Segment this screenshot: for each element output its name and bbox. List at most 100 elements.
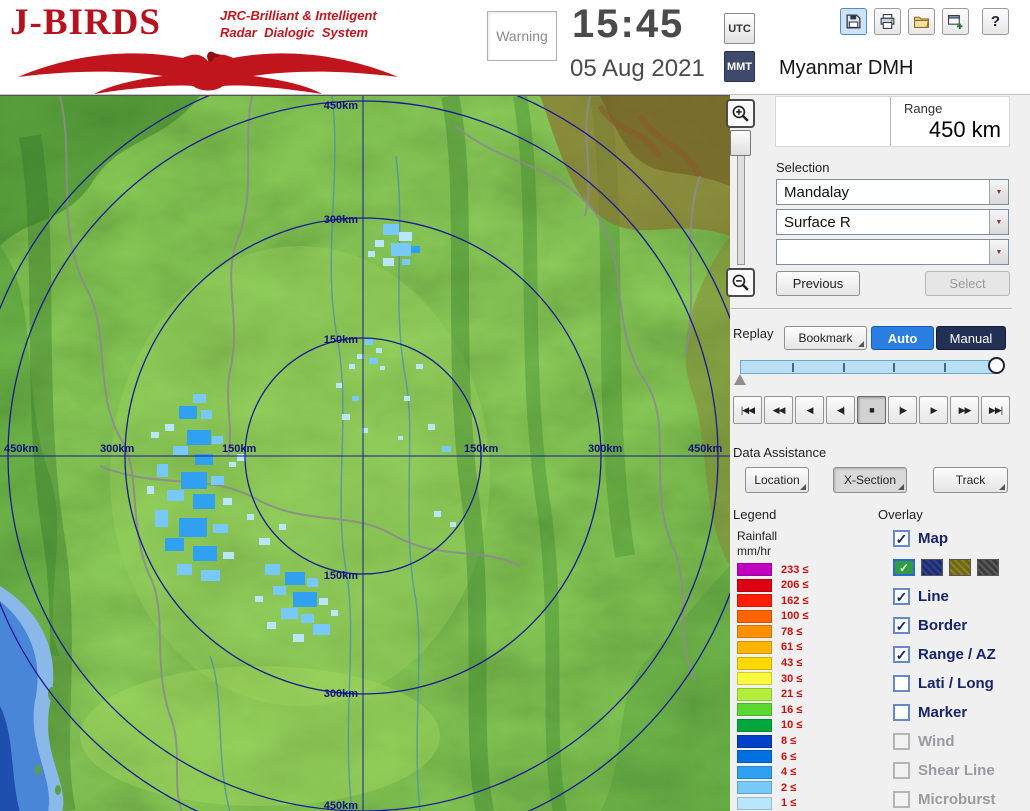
legend-value: 43 ≤ xyxy=(781,657,803,670)
legend-value: 6 ≤ xyxy=(781,750,797,763)
playback-fast-rewind-button[interactable]: ◀◀ xyxy=(764,396,793,424)
magnifier-minus-icon xyxy=(732,274,749,291)
jbirds-app: J-BIRDS JRC-Brilliant & Intelligent Radar… xyxy=(0,0,1030,811)
checkbox[interactable] xyxy=(893,675,910,692)
zoom-slider-thumb[interactable] xyxy=(730,130,751,156)
legend-value: 162 ≤ xyxy=(781,594,809,607)
legend-row: 61 ≤ xyxy=(737,640,847,654)
timezone-mmt-button[interactable]: MMT xyxy=(724,51,755,82)
station-dropdown[interactable]: Mandalay ▼ xyxy=(776,179,1009,205)
auto-mode-button[interactable]: Auto xyxy=(871,326,934,350)
map-style-green-swatch[interactable]: ✓ xyxy=(893,559,915,576)
checkbox[interactable] xyxy=(893,733,910,750)
bookmark-button[interactable]: Bookmark xyxy=(784,326,867,350)
checkbox[interactable]: ✓ xyxy=(893,646,910,663)
map-style-swatches: ✓ xyxy=(893,553,1028,582)
legend-color-swatch xyxy=(737,640,772,654)
overlay-item-border[interactable]: ✓ Border xyxy=(893,611,1028,640)
option-dropdown-value xyxy=(777,240,989,264)
save-button[interactable] xyxy=(840,8,867,35)
zoom-in-button[interactable] xyxy=(726,99,755,128)
checkbox[interactable] xyxy=(893,704,910,721)
legend-value: 206 ≤ xyxy=(781,579,809,592)
map-style-olive-swatch[interactable] xyxy=(949,559,971,576)
replay-timeline-slider[interactable] xyxy=(740,360,996,374)
checkbox[interactable]: ✓ xyxy=(893,617,910,634)
checkbox[interactable]: ✓ xyxy=(893,588,910,605)
legend-row: 2 ≤ xyxy=(737,781,847,795)
timeline-tick xyxy=(944,363,947,372)
chevron-down-icon[interactable]: ▼ xyxy=(989,240,1008,264)
previous-button[interactable]: Previous xyxy=(776,271,860,296)
overlay-options: ✓ Map ✓ ✓ Line ✓ Border ✓ Range / AZ Lati / Long M… xyxy=(893,524,1028,811)
select-button[interactable]: Select xyxy=(925,271,1010,296)
checkbox[interactable] xyxy=(893,762,910,779)
overlay-item-label: Range / AZ xyxy=(918,646,996,663)
overlay-item-line[interactable]: ✓ Line xyxy=(893,582,1028,611)
playback-play-reverse-button[interactable]: ◀ xyxy=(795,396,824,424)
chevron-down-icon[interactable]: ▼ xyxy=(989,210,1008,234)
track-button[interactable]: Track xyxy=(933,467,1008,493)
location-button[interactable]: Location xyxy=(745,467,809,493)
timeline-start-marker-icon xyxy=(734,374,746,385)
overlay-item-microburst[interactable]: Microburst xyxy=(893,785,1028,811)
zoom-out-button[interactable] xyxy=(726,268,755,297)
manual-mode-button[interactable]: Manual xyxy=(936,326,1006,350)
range-display: Range 450 km xyxy=(775,96,1010,147)
timezone-utc-button[interactable]: UTC xyxy=(724,13,755,44)
printer-icon xyxy=(880,14,895,29)
overlay-item-label: Border xyxy=(918,617,968,634)
folder-icon xyxy=(914,16,930,28)
open-button[interactable] xyxy=(908,8,935,35)
overlay-item-wind[interactable]: Wind xyxy=(893,727,1028,756)
checkbox[interactable]: ✓ xyxy=(893,530,910,547)
overlay-item-shear_line[interactable]: Shear Line xyxy=(893,756,1028,785)
playback-fast-forward-button[interactable]: ▶▶ xyxy=(950,396,979,424)
legend-row: 30 ≤ xyxy=(737,672,847,686)
timeline-tick xyxy=(791,363,794,372)
overlay-item-lati_long[interactable]: Lati / Long xyxy=(893,669,1028,698)
map-style-gray-swatch[interactable] xyxy=(977,559,999,576)
capture-button[interactable] xyxy=(942,8,969,35)
option-dropdown[interactable]: ▼ xyxy=(776,239,1009,265)
eagle-icon xyxy=(18,51,398,94)
chevron-down-icon[interactable]: ▼ xyxy=(989,180,1008,204)
legend-row: 78 ≤ xyxy=(737,625,847,639)
legend-value: 16 ≤ xyxy=(781,703,803,716)
playback-jump-end-button[interactable]: ▶▶| xyxy=(981,396,1010,424)
playback-step-forward-button[interactable]: |▶ xyxy=(888,396,917,424)
overlay-item-map[interactable]: ✓ Map xyxy=(893,524,1028,553)
svg-text:300km: 300km xyxy=(100,443,134,455)
overlay-item-marker[interactable]: Marker xyxy=(893,698,1028,727)
print-button[interactable] xyxy=(874,8,901,35)
help-button[interactable]: ? xyxy=(982,8,1009,35)
playback-jump-start-button[interactable]: |◀◀ xyxy=(733,396,762,424)
map-style-navy-swatch[interactable] xyxy=(921,559,943,576)
product-dropdown[interactable]: Surface R ▼ xyxy=(776,209,1009,235)
radar-map[interactable]: 450km 300km 150km 150km 300km 450km 450km 300km… xyxy=(0,96,730,811)
logo-subtitle-line1: JRC-Brilliant & Intelligent xyxy=(220,8,377,23)
overlay-item-label: Wind xyxy=(918,733,955,750)
legend-value: 21 ≤ xyxy=(781,688,803,701)
x-section-button[interactable]: X-Section xyxy=(833,467,907,493)
legend-row: 1 ≤ xyxy=(737,796,847,810)
playback-play-button[interactable]: ▶ xyxy=(919,396,948,424)
legend-row: 4 ≤ xyxy=(737,765,847,779)
legend-color-swatch xyxy=(737,656,772,670)
checkbox[interactable] xyxy=(893,791,910,808)
legend-row: 100 ≤ xyxy=(737,609,847,623)
station-dropdown-value: Mandalay xyxy=(784,184,850,201)
overlay-item-range_az[interactable]: ✓ Range / AZ xyxy=(893,640,1028,669)
overlay-item-label: Microburst xyxy=(918,791,996,808)
playback-step-back-button[interactable]: ◀| xyxy=(826,396,855,424)
floppy-icon xyxy=(846,14,861,29)
legend-color-swatch xyxy=(737,765,772,779)
svg-text:150km: 150km xyxy=(222,443,256,455)
timeline-thumb[interactable] xyxy=(988,357,1005,374)
legend-value: 8 ≤ xyxy=(781,735,797,748)
logo-subtitle-line2: Radar Dialogic System xyxy=(220,25,369,40)
legend-color-swatch xyxy=(737,609,772,623)
timeline-tick xyxy=(893,363,896,372)
playback-stop-button[interactable]: ■ xyxy=(857,396,886,424)
legend-color-swatch xyxy=(737,781,772,795)
